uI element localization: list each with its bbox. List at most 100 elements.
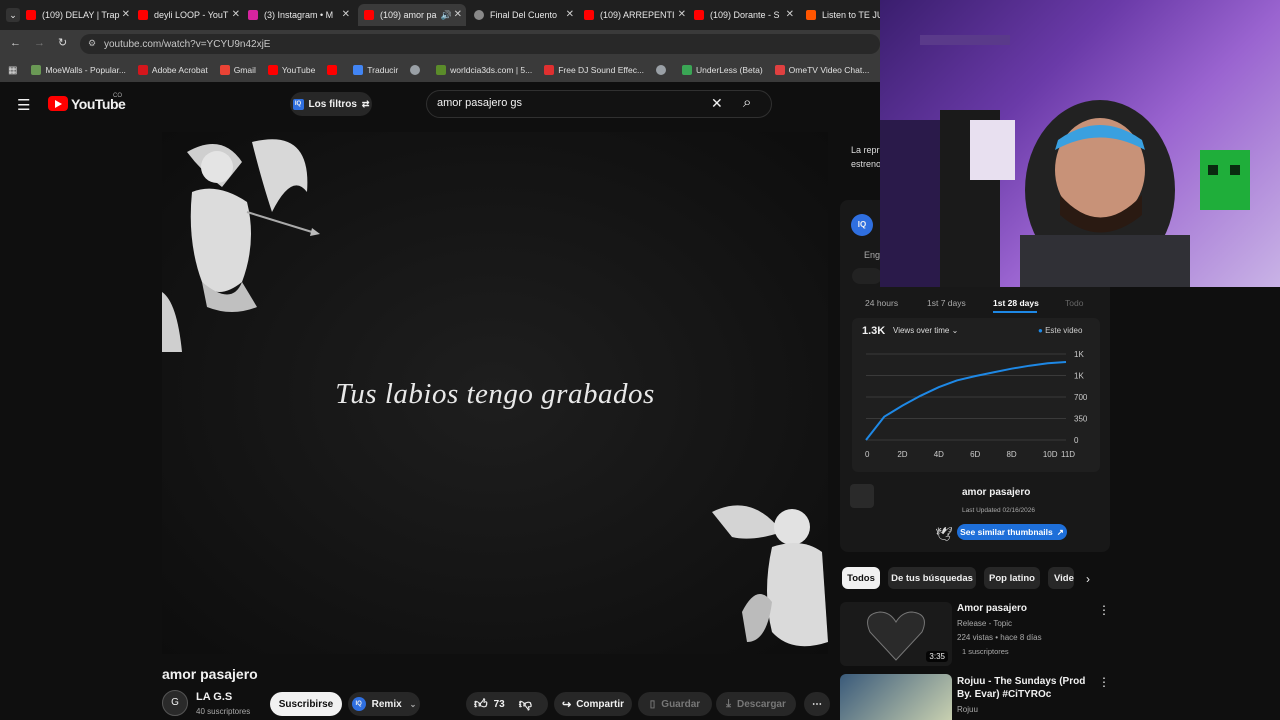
chip-video[interactable]: Vide bbox=[1048, 567, 1074, 589]
bookmark[interactable]: worldcia3ds.com | 5... bbox=[436, 65, 532, 75]
close-icon[interactable]: ✕ bbox=[454, 9, 462, 20]
dove-icon: 🕊︎ bbox=[935, 526, 953, 542]
bookmark[interactable]: UnderLess (Beta) bbox=[682, 65, 763, 75]
more-icon[interactable]: ⋮ bbox=[1098, 675, 1110, 689]
tab[interactable]: deyli LOOP - YouT ✕ bbox=[138, 4, 244, 26]
more-actions-button[interactable]: ⋯ bbox=[804, 692, 830, 716]
like-count[interactable]: 73 bbox=[494, 699, 505, 710]
tab[interactable]: (3) Instagram • M ✕ bbox=[248, 4, 354, 26]
close-icon[interactable]: ✕ bbox=[232, 9, 240, 20]
chart-legend: ● Este video bbox=[1038, 326, 1082, 335]
x-tick-label: 0 bbox=[865, 450, 870, 459]
filters-label: Los filtros bbox=[308, 98, 357, 110]
country-code: CO bbox=[113, 93, 122, 99]
bookmark[interactable]: Traducir bbox=[353, 65, 398, 75]
rec-channel[interactable]: Rojuu bbox=[957, 705, 978, 714]
video-player[interactable]: Tus labios tengo grabados bbox=[162, 132, 828, 654]
forward-icon[interactable]: → bbox=[34, 37, 45, 49]
clear-icon[interactable]: ✕ bbox=[711, 95, 723, 112]
webcam-overlay bbox=[880, 0, 1280, 287]
chip-searches[interactable]: De tus búsquedas bbox=[888, 567, 976, 589]
range-24h[interactable]: 24 hours bbox=[865, 298, 898, 308]
bookmark-label: Free DJ Sound Effec... bbox=[558, 65, 645, 75]
address-bar[interactable]: ⚙ youtube.com/watch?v=YCYU9n42xjE bbox=[80, 34, 880, 54]
tab-search-button[interactable]: ⌄ bbox=[6, 8, 20, 22]
video-title: amor pasajero bbox=[162, 666, 258, 682]
save-label: Guardar bbox=[661, 698, 701, 710]
remix-button[interactable]: IQ Remix ⌄ bbox=[348, 692, 420, 716]
series-line bbox=[865, 361, 1067, 441]
bookmarks-bar: ▦ MoeWalls - Popular... Adobe Acrobat Gm… bbox=[0, 58, 880, 82]
bookmark[interactable] bbox=[327, 65, 341, 75]
legend-label: Este video bbox=[1045, 326, 1083, 335]
bookmark[interactable]: OmeTV Video Chat... bbox=[774, 65, 869, 75]
search-box[interactable]: amor pasajero gs ✕ ⌕ bbox=[426, 90, 772, 118]
tab-active[interactable]: (109) amor pa 🔊 ✕ bbox=[358, 4, 466, 26]
tab[interactable]: (109) Dorante - S ✕ bbox=[694, 4, 798, 26]
filters-button[interactable]: IQ Los filtros ⇄ bbox=[290, 92, 372, 116]
metric-dropdown[interactable]: Views over time ⌄ bbox=[893, 326, 958, 335]
youtube-icon bbox=[584, 10, 594, 20]
range-28d[interactable]: 1st 28 days bbox=[993, 298, 1039, 308]
chevron-right-icon[interactable]: › bbox=[1086, 572, 1090, 586]
tab[interactable]: Listen to TE JURO bbox=[806, 4, 880, 26]
rec-thumbnail[interactable]: 3:35 bbox=[840, 602, 952, 666]
more-icon[interactable]: ⋮ bbox=[1098, 603, 1110, 617]
back-icon[interactable]: ← bbox=[10, 37, 21, 49]
rec-title[interactable]: Rojuu - The Sundays (Prod By. Evar) #CiT… bbox=[957, 675, 1087, 701]
cupid-image-top bbox=[162, 139, 320, 352]
close-icon[interactable]: ✕ bbox=[122, 9, 130, 20]
bookmark-label: Adobe Acrobat bbox=[151, 65, 208, 75]
menu-icon[interactable]: ☰ bbox=[17, 96, 30, 114]
channel-name[interactable]: LA G.S bbox=[196, 691, 232, 703]
chip-all[interactable]: Todos bbox=[842, 567, 880, 589]
save-button[interactable]: ▯ Guardar bbox=[638, 692, 712, 716]
search-input[interactable]: amor pasajero gs bbox=[437, 97, 522, 109]
reload-icon[interactable]: ↻ bbox=[58, 36, 67, 49]
youtube-logo-icon[interactable] bbox=[48, 96, 68, 111]
close-icon[interactable]: ✕ bbox=[678, 9, 686, 20]
download-button[interactable]: ⤓ Descargar bbox=[716, 692, 796, 716]
bookmark[interactable]: Gmail bbox=[219, 65, 256, 75]
share-icon: ↪ bbox=[561, 698, 572, 711]
chip-pop-latino[interactable]: Pop latino bbox=[984, 567, 1040, 589]
rec-title[interactable]: Amor pasajero bbox=[957, 603, 1027, 614]
webcam-scene bbox=[880, 35, 1250, 287]
bookmark[interactable] bbox=[656, 65, 670, 75]
range-all[interactable]: Todo bbox=[1065, 298, 1083, 308]
rec-channel[interactable]: Release - Topic bbox=[957, 619, 1012, 628]
share-button[interactable]: ↪ Compartir bbox=[554, 692, 632, 716]
close-icon[interactable]: ✕ bbox=[342, 9, 350, 20]
tab[interactable]: (109) DELAY | Trap ✕ bbox=[26, 4, 134, 26]
bookmark[interactable]: MoeWalls - Popular... bbox=[31, 65, 126, 75]
metric-label: Views over time bbox=[893, 326, 950, 335]
y-tick-label: 1K bbox=[1074, 350, 1084, 359]
y-tick-label: 700 bbox=[1074, 393, 1088, 402]
like-icon[interactable]: 👍︎ bbox=[474, 696, 488, 712]
bookmark[interactable]: Adobe Acrobat bbox=[137, 65, 208, 75]
range-7d[interactable]: 1st 7 days bbox=[927, 298, 966, 308]
site-info-icon[interactable]: ⚙ bbox=[88, 38, 96, 49]
tab[interactable]: Final Del Cuento ✕ bbox=[474, 4, 578, 26]
channel-avatar[interactable]: G bbox=[162, 690, 188, 716]
search-icon[interactable]: ⌕ bbox=[743, 94, 751, 111]
rec-thumbnail[interactable] bbox=[840, 674, 952, 720]
translate-icon bbox=[353, 65, 364, 75]
bookmark[interactable]: YouTube bbox=[267, 65, 315, 75]
apps-icon[interactable]: ▦ bbox=[8, 65, 17, 76]
vidiq-badge[interactable]: IQ bbox=[851, 214, 873, 236]
globe-icon bbox=[474, 10, 484, 20]
speaker-icon[interactable]: 🔊 bbox=[441, 10, 452, 21]
bookmark[interactable] bbox=[410, 65, 424, 75]
close-icon[interactable]: ✕ bbox=[786, 9, 794, 20]
vidiq-icon: IQ bbox=[292, 98, 304, 110]
bookmark-icon bbox=[682, 65, 693, 75]
close-icon[interactable]: ✕ bbox=[566, 9, 574, 20]
bookmark[interactable]: Free DJ Sound Effec... bbox=[544, 65, 644, 75]
tab-title: (109) Dorante - S bbox=[710, 10, 780, 20]
tab[interactable]: (109) ARREPENTI ✕ bbox=[584, 4, 690, 26]
similar-thumbnails-button[interactable]: See similar thumbnails ↗ bbox=[957, 524, 1067, 540]
dislike-icon[interactable]: 👎︎ bbox=[519, 696, 532, 712]
x-tick-label: 2D bbox=[897, 450, 907, 459]
subscribe-button[interactable]: Suscribirse bbox=[270, 692, 342, 716]
